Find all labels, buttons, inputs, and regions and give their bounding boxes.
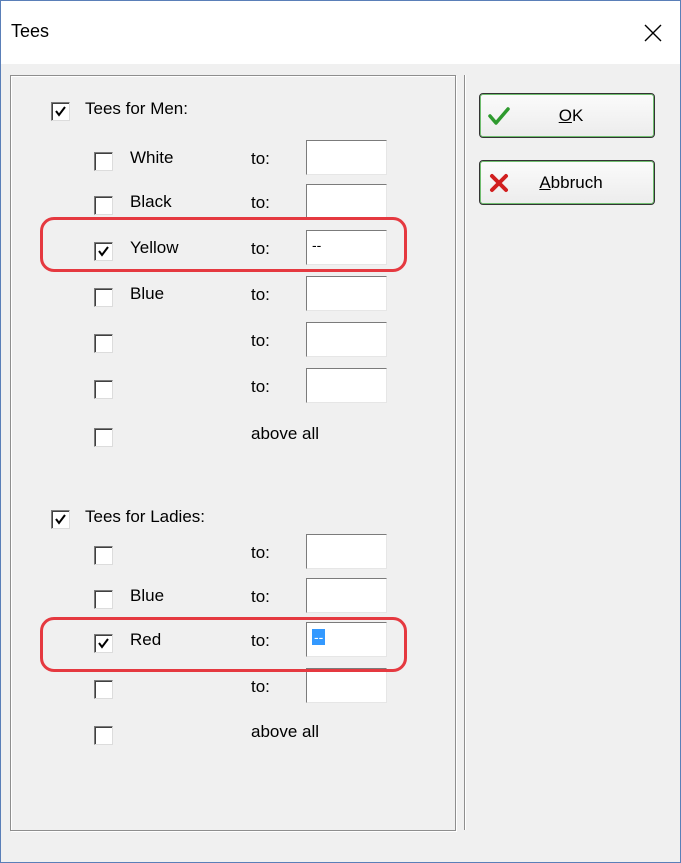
- red-row-highlight: [40, 617, 407, 672]
- ladies-row-above-all: above all: [11, 714, 451, 754]
- white-label: White: [130, 148, 174, 167]
- above-all-checkbox[interactable]: [94, 726, 113, 745]
- empty-tee-checkbox[interactable]: [94, 334, 113, 353]
- empty-tee-checkbox[interactable]: [94, 546, 113, 565]
- close-button[interactable]: [626, 1, 680, 64]
- ladies-group-checkbox[interactable]: [51, 510, 70, 529]
- cancel-button-label: Abbruch: [539, 173, 603, 192]
- to-label: to:: [251, 587, 270, 606]
- to-label: to:: [251, 331, 270, 350]
- blue-checkbox[interactable]: [94, 590, 113, 609]
- ladies-row-empty-2: to:: [11, 668, 451, 708]
- yellow-row-highlight: [40, 217, 407, 272]
- title-bar: Tees: [1, 1, 680, 64]
- blue-checkbox[interactable]: [94, 288, 113, 307]
- close-icon: [644, 24, 662, 41]
- ok-button[interactable]: OK: [479, 93, 655, 138]
- to-label: to:: [251, 193, 270, 212]
- black-to-field[interactable]: [306, 184, 387, 219]
- empty-tee-checkbox[interactable]: [94, 680, 113, 699]
- above-all-label: above all: [251, 424, 320, 443]
- men-row-empty-1: to:: [11, 322, 451, 362]
- empty-tee-to-field[interactable]: [306, 668, 387, 703]
- men-row-blue: Blue to:: [11, 276, 451, 316]
- blue-label: Blue: [130, 284, 165, 303]
- empty-tee-to-field[interactable]: [306, 322, 387, 357]
- checkmark-icon: [488, 107, 510, 125]
- above-all-label: above all: [251, 722, 320, 741]
- men-group-label: Tees for Men:: [85, 99, 188, 118]
- checkmark-icon: [55, 106, 66, 117]
- men-row-empty-2: to:: [11, 368, 451, 408]
- men-row-white: White to:: [11, 140, 451, 180]
- to-label: to:: [251, 677, 270, 696]
- to-label: to:: [251, 285, 270, 304]
- checkmark-icon: [55, 514, 66, 525]
- to-label: to:: [251, 149, 270, 168]
- vertical-separator: [464, 75, 465, 830]
- empty-tee-to-field[interactable]: [306, 368, 387, 403]
- men-group: Tees for Men:: [11, 76, 451, 121]
- red-x-icon: [490, 174, 508, 192]
- black-checkbox[interactable]: [94, 196, 113, 215]
- men-row-above-all: above all: [11, 416, 451, 456]
- black-label: Black: [130, 192, 172, 211]
- white-checkbox[interactable]: [94, 152, 113, 171]
- cancel-button[interactable]: Abbruch: [479, 160, 655, 205]
- tees-dialog: Tees Tees for Men: White to: Black to: Y…: [0, 0, 681, 863]
- blue-label: Blue: [130, 586, 165, 605]
- ladies-row-empty-1: to:: [11, 534, 451, 574]
- to-label: to:: [251, 543, 270, 562]
- tees-panel: Tees for Men: White to: Black to: Yellow…: [10, 75, 456, 831]
- ok-button-label: OK: [558, 106, 584, 125]
- to-label: to:: [251, 377, 270, 396]
- empty-tee-checkbox[interactable]: [94, 380, 113, 399]
- empty-tee-to-field[interactable]: [306, 534, 387, 569]
- above-all-checkbox[interactable]: [94, 428, 113, 447]
- window-title: Tees: [11, 21, 50, 41]
- men-group-checkbox[interactable]: [51, 102, 70, 121]
- white-to-field[interactable]: [306, 140, 387, 175]
- ladies-group: Tees for Ladies:: [11, 484, 451, 529]
- blue-to-field[interactable]: [306, 276, 387, 311]
- ladies-row-blue: Blue to:: [11, 578, 451, 618]
- ladies-group-label: Tees for Ladies:: [85, 507, 206, 526]
- blue-to-field[interactable]: [306, 578, 387, 613]
